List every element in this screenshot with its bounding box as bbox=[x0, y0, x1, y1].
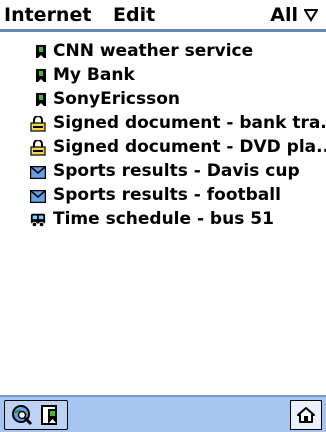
list-item-label: Sports results - Davis cup bbox=[53, 161, 300, 181]
signed-document-icon bbox=[30, 115, 46, 133]
list-item-label: Signed document - bank tra... bbox=[53, 113, 326, 133]
dropdown-arrow-icon bbox=[304, 9, 318, 22]
envelope-icon bbox=[30, 187, 46, 205]
list-item-label: My Bank bbox=[53, 65, 135, 85]
globe-search-icon[interactable] bbox=[11, 404, 33, 426]
envelope-icon bbox=[30, 163, 46, 181]
list-item-label: Time schedule - bus 51 bbox=[53, 209, 274, 229]
list-item-label: SonyEricsson bbox=[53, 89, 181, 109]
menu-internet[interactable]: Internet bbox=[4, 4, 91, 26]
item-list: CNN weather service My Bank SonyEricsson bbox=[0, 40, 326, 232]
home-icon bbox=[297, 407, 315, 423]
bottom-toolbar bbox=[0, 395, 326, 432]
list-item[interactable]: Time schedule - bus 51 bbox=[0, 208, 326, 232]
menu-bar: Internet Edit All bbox=[0, 0, 326, 32]
filter-dropdown[interactable]: All bbox=[270, 4, 318, 26]
bookmark-icon bbox=[33, 67, 49, 85]
list-item-label: CNN weather service bbox=[53, 41, 254, 61]
home-button[interactable] bbox=[290, 400, 322, 430]
list-item[interactable]: Signed document - DVD pla... bbox=[0, 136, 326, 160]
list-item[interactable]: Sports results - Davis cup bbox=[0, 160, 326, 184]
list-item[interactable]: CNN weather service bbox=[0, 40, 326, 64]
view-switcher bbox=[4, 400, 68, 430]
menu-edit[interactable]: Edit bbox=[113, 4, 155, 26]
bookmark-icon bbox=[33, 43, 49, 61]
bus-icon bbox=[30, 211, 46, 229]
list-item[interactable]: SonyEricsson bbox=[0, 88, 326, 112]
list-item-label: Sports results - football bbox=[53, 185, 281, 205]
filter-label: All bbox=[270, 4, 298, 26]
list-item[interactable]: Sports results - football bbox=[0, 184, 326, 208]
bookmark-page-icon[interactable] bbox=[39, 404, 61, 426]
list-item[interactable]: Signed document - bank tra... bbox=[0, 112, 326, 136]
list-item[interactable]: My Bank bbox=[0, 64, 326, 88]
signed-document-icon bbox=[30, 139, 46, 157]
bookmark-icon bbox=[33, 91, 49, 109]
list-item-label: Signed document - DVD pla... bbox=[53, 137, 326, 157]
